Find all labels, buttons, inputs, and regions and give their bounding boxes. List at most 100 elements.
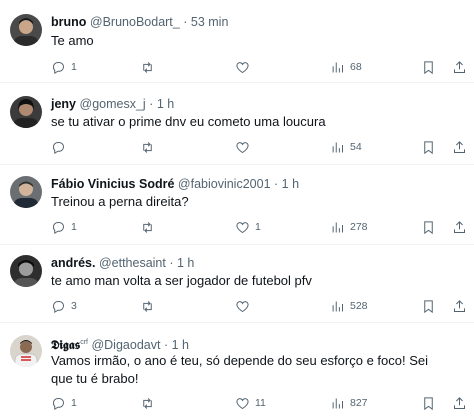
author-name-suffix: crf	[80, 339, 88, 346]
avatar[interactable]	[10, 335, 42, 367]
like-button[interactable]	[235, 57, 255, 77]
views-button[interactable]: 278	[330, 217, 368, 237]
share-button[interactable]	[452, 57, 467, 77]
separator: ·	[163, 338, 169, 353]
reply-button[interactable]: 1	[51, 393, 77, 413]
like-count: 1	[255, 221, 261, 233]
tweet-text: se tu ativar o prime dnv eu cometo uma l…	[51, 114, 326, 129]
tweet-text: Treinou a perna direita?	[51, 194, 189, 209]
views-button[interactable]: 827	[330, 393, 368, 413]
bookmark-icon	[424, 60, 433, 74]
author-handle[interactable]: @etthesaint	[99, 256, 166, 270]
bookmark-icon	[424, 396, 433, 410]
tweet[interactable]: bruno @BrunoBodart_ · 53 min Te amo 1 68	[0, 0, 474, 83]
retweet-icon	[143, 61, 152, 73]
heart-icon	[236, 221, 249, 233]
tweet-header: bruno @BrunoBodart_ · 53 min	[51, 14, 228, 30]
retweet-icon	[143, 221, 152, 233]
tweet-header: jeny @gomesx_j · 1 h	[51, 96, 174, 112]
author-name[interactable]: jeny	[51, 97, 76, 111]
views-icon	[332, 142, 343, 152]
views-button[interactable]: 528	[330, 296, 368, 316]
action-bar: 54	[0, 137, 474, 157]
tweet-header: 𝕯𝖎𝖌𝖆𝖘crf @Digaodavt · 1 h	[51, 335, 189, 353]
like-button[interactable]	[235, 137, 255, 157]
views-icon	[332, 222, 343, 232]
retweet-button[interactable]	[140, 217, 160, 237]
views-icon	[332, 301, 343, 311]
bookmark-button[interactable]	[421, 217, 436, 237]
heart-icon	[236, 300, 249, 312]
reply-button[interactable]	[51, 137, 71, 157]
timestamp[interactable]: 53 min	[191, 15, 229, 29]
like-button[interactable]: 11	[235, 393, 266, 413]
author-handle[interactable]: @Digaodavt	[91, 338, 160, 352]
views-icon	[332, 398, 343, 408]
like-button[interactable]	[235, 296, 255, 316]
bookmark-icon	[424, 140, 433, 154]
author-handle[interactable]: @BrunoBodart_	[90, 15, 180, 29]
share-icon	[454, 140, 465, 153]
retweet-icon	[143, 141, 152, 153]
action-bar: 1 68	[0, 57, 474, 77]
views-button[interactable]: 54	[330, 137, 362, 157]
bookmark-button[interactable]	[421, 296, 436, 316]
bookmark-button[interactable]	[421, 137, 436, 157]
author-handle[interactable]: @fabiovinic2001	[178, 177, 271, 191]
author-name[interactable]: Fábio Vinicius Sodré	[51, 177, 174, 191]
avatar[interactable]	[10, 176, 42, 208]
tweet[interactable]: andrés. @etthesaint · 1 h te amo man vol…	[0, 244, 474, 323]
timestamp[interactable]: 1 h	[172, 338, 189, 352]
retweet-button[interactable]	[140, 57, 160, 77]
retweet-icon	[143, 300, 152, 312]
reply-icon	[52, 221, 64, 234]
share-button[interactable]	[452, 296, 467, 316]
timestamp[interactable]: 1 h	[282, 177, 299, 191]
timestamp[interactable]: 1 h	[157, 97, 174, 111]
author-name[interactable]: bruno	[51, 15, 86, 29]
views-button[interactable]: 68	[330, 57, 362, 77]
retweet-button[interactable]	[140, 393, 160, 413]
author-handle[interactable]: @gomesx_j	[80, 97, 146, 111]
avatar[interactable]	[10, 96, 42, 128]
separator: ·	[183, 15, 188, 29]
share-icon	[454, 299, 465, 312]
view-count: 528	[350, 300, 368, 312]
avatar[interactable]	[10, 14, 42, 46]
tweet[interactable]: Fábio Vinicius Sodré @fabiovinic2001 · 1…	[0, 164, 474, 245]
share-button[interactable]	[452, 393, 467, 413]
view-count: 278	[350, 221, 368, 233]
reply-button[interactable]: 1	[51, 57, 77, 77]
tweet-header: andrés. @etthesaint · 1 h	[51, 255, 194, 271]
share-button[interactable]	[452, 217, 467, 237]
heart-icon	[236, 397, 249, 409]
bookmark-button[interactable]	[421, 393, 436, 413]
heart-icon	[236, 61, 249, 73]
author-name[interactable]: 𝕯𝖎𝖌𝖆𝖘	[51, 338, 80, 352]
tweet-text: Te amo	[51, 33, 94, 48]
share-icon	[454, 220, 465, 233]
share-icon	[454, 60, 465, 73]
tweet[interactable]: 𝕯𝖎𝖌𝖆𝖘crf @Digaodavt · 1 h Vamos irmão, o…	[0, 322, 474, 416]
bookmark-icon	[424, 299, 433, 313]
timestamp[interactable]: 1 h	[177, 256, 194, 270]
like-button[interactable]: 1	[235, 217, 261, 237]
reply-button[interactable]: 3	[51, 296, 77, 316]
separator: ·	[274, 177, 279, 191]
reply-icon	[52, 300, 64, 313]
bookmark-button[interactable]	[421, 57, 436, 77]
retweet-button[interactable]	[140, 296, 160, 316]
view-count: 54	[350, 141, 362, 153]
reply-count: 3	[71, 300, 77, 312]
action-bar: 1 11 827	[0, 393, 474, 413]
tweet-text: te amo man volta a ser jogador de futebo…	[51, 273, 312, 288]
share-button[interactable]	[452, 137, 467, 157]
separator: ·	[149, 97, 154, 111]
retweet-button[interactable]	[140, 137, 160, 157]
tweet-header: Fábio Vinicius Sodré @fabiovinic2001 · 1…	[51, 176, 299, 192]
avatar[interactable]	[10, 255, 42, 287]
view-count: 68	[350, 61, 362, 73]
reply-button[interactable]: 1	[51, 217, 77, 237]
tweet[interactable]: jeny @gomesx_j · 1 h se tu ativar o prim…	[0, 82, 474, 165]
author-name[interactable]: andrés.	[51, 256, 95, 270]
